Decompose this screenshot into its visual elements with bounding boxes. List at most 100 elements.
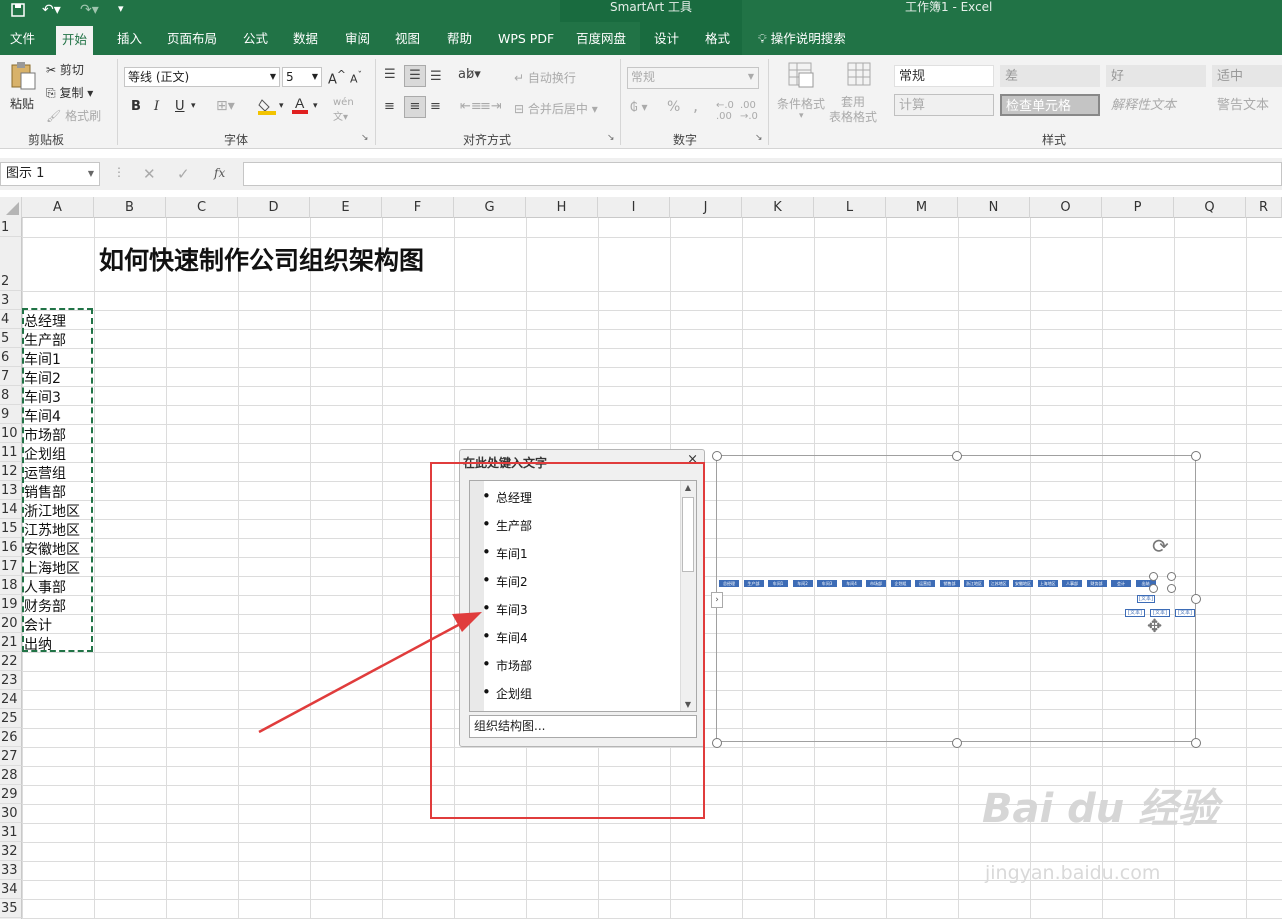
chevron-down-icon[interactable]: ▾	[279, 101, 284, 111]
tab-wps-pdf[interactable]: WPS PDF	[492, 22, 560, 55]
chevron-down-icon[interactable]: ▾	[313, 101, 318, 111]
column-header[interactable]: H	[526, 197, 598, 218]
cell-style-warning[interactable]: 警告文本	[1212, 94, 1282, 116]
decrease-indent-icon[interactable]: ⇤≡	[460, 99, 482, 114]
copy-button[interactable]: ⎘ 复制 ▾	[46, 84, 93, 101]
smartart-graphic[interactable]: › 总经理 生产部 车间1 车间2 车间3 车间4 市场部 企划组 运营组 销售部 浙江地区 江苏地区…	[711, 451, 1201, 748]
row-header[interactable]: 20	[0, 614, 22, 633]
cell-style-bad[interactable]: 差	[1000, 65, 1100, 87]
number-format-select[interactable]: 常规 ▼	[627, 67, 759, 89]
column-header[interactable]: Q	[1174, 197, 1246, 218]
shape-handle[interactable]	[1149, 572, 1158, 581]
smartart-node[interactable]: 人事部	[1062, 580, 1082, 587]
smartart-node[interactable]: 会计	[1111, 580, 1131, 587]
tab-format[interactable]: 格式	[699, 22, 736, 55]
row-header[interactable]: 22	[0, 652, 22, 671]
increase-indent-icon[interactable]: ≡⇥	[480, 99, 502, 114]
cancel-icon[interactable]: ✕	[143, 165, 156, 183]
column-header[interactable]: B	[94, 197, 166, 218]
cell-style-normal[interactable]: 常规	[894, 65, 994, 87]
smartart-node[interactable]: 总经理	[719, 580, 739, 587]
column-header[interactable]: C	[166, 197, 238, 218]
align-center-icon[interactable]: ≡	[404, 96, 426, 118]
insert-function-button[interactable]: fx	[214, 166, 225, 180]
row-header[interactable]: 14	[0, 500, 22, 519]
currency-icon[interactable]: ₲ ▾	[630, 100, 647, 114]
row-header[interactable]: 16	[0, 538, 22, 557]
row-header[interactable]: 33	[0, 861, 22, 880]
tab-home[interactable]: 开始	[56, 26, 94, 55]
resize-handle[interactable]	[712, 451, 722, 461]
dialog-launcher-icon[interactable]: ↘	[607, 133, 615, 143]
resize-handle[interactable]	[712, 738, 722, 748]
smartart-node[interactable]: 安徽地区	[1013, 580, 1033, 587]
smartart-node[interactable]: 车间1	[768, 580, 788, 587]
row-header[interactable]: 9	[0, 405, 22, 424]
row-header[interactable]: 27	[0, 747, 22, 766]
column-header[interactable]: E	[310, 197, 382, 218]
tab-page-layout[interactable]: 页面布局	[161, 22, 223, 55]
row-header[interactable]: 21	[0, 633, 22, 652]
row-header[interactable]: 6	[0, 348, 22, 367]
text-pane-toggle[interactable]: ›	[711, 592, 723, 608]
border-icon[interactable]: ⊞▾	[216, 98, 235, 114]
shape-handle[interactable]	[1167, 572, 1176, 581]
column-header[interactable]: G	[454, 197, 526, 218]
smartart-node[interactable]: 运营组	[915, 580, 935, 587]
cell-style-calculation[interactable]: 计算	[894, 94, 994, 116]
comma-button[interactable]: ,	[693, 96, 698, 115]
smartart-node[interactable]: 生产部	[743, 580, 764, 587]
column-header[interactable]: L	[814, 197, 886, 218]
cell-style-explanatory[interactable]: 解释性文本	[1106, 94, 1206, 116]
rotate-handle-icon[interactable]: ⟳	[1152, 534, 1169, 558]
tab-review[interactable]: 审阅	[339, 22, 376, 55]
align-left-icon[interactable]: ≡	[384, 99, 395, 114]
tab-design[interactable]: 设计	[648, 22, 685, 55]
font-name-select[interactable]: 等线 (正文) ▼	[124, 67, 280, 87]
align-middle-icon[interactable]: ☰	[404, 65, 426, 87]
fill-color-icon[interactable]	[258, 97, 278, 118]
font-color-icon[interactable]: A	[292, 95, 310, 118]
tab-formulas[interactable]: 公式	[237, 22, 274, 55]
row-header[interactable]: 3	[0, 291, 22, 310]
smartart-node[interactable]: 车间4	[841, 580, 862, 587]
resize-handle[interactable]	[1191, 738, 1201, 748]
phonetic-icon[interactable]: wén 文▾	[333, 97, 354, 123]
paste-icon[interactable]	[8, 61, 38, 91]
row-header[interactable]: 10	[0, 424, 22, 443]
sheet-title-cell[interactable]: 如何快速制作公司组织架构图	[99, 241, 424, 277]
row-header[interactable]: 31	[0, 823, 22, 842]
align-right-icon[interactable]: ≡	[430, 99, 441, 114]
chevron-down-icon[interactable]: ▾	[191, 101, 196, 111]
cell-style-neutral[interactable]: 适中	[1212, 65, 1282, 87]
shape-handle[interactable]	[1167, 584, 1176, 593]
align-top-icon[interactable]: ☰	[384, 67, 396, 82]
table-format-icon[interactable]	[845, 61, 875, 91]
percent-button[interactable]: %	[667, 99, 680, 115]
tab-insert[interactable]: 插入	[111, 22, 148, 55]
decrease-font-icon[interactable]: Aˇ	[350, 70, 362, 86]
paste-button[interactable]: 粘贴	[10, 95, 34, 112]
tab-baidu-netdisk[interactable]: 百度网盘	[570, 22, 632, 55]
row-header[interactable]: 29	[0, 785, 22, 804]
tab-data[interactable]: 数据	[287, 22, 324, 55]
name-box[interactable]: 图示 1 ▼	[0, 162, 100, 186]
merge-center-button[interactable]: ⊟ 合并后居中 ▾	[514, 100, 598, 117]
row-header[interactable]: 12	[0, 462, 22, 481]
smartart-node[interactable]: 财务部	[1086, 580, 1107, 587]
smartart-node[interactable]: 车间3	[817, 580, 837, 587]
column-header[interactable]: O	[1030, 197, 1102, 218]
row-header[interactable]: 18	[0, 576, 22, 595]
column-header[interactable]: A	[22, 197, 94, 218]
column-header[interactable]: R	[1246, 197, 1282, 218]
tab-view[interactable]: 视图	[389, 22, 426, 55]
save-icon[interactable]	[10, 2, 26, 22]
row-header[interactable]: 11	[0, 443, 22, 462]
shape-handle[interactable]	[1149, 584, 1158, 593]
column-header[interactable]: D	[238, 197, 310, 218]
smartart-node[interactable]: 销售部	[939, 580, 960, 587]
resize-handle[interactable]	[952, 738, 962, 748]
increase-decimal-icon[interactable]: ←.0.00	[716, 100, 734, 122]
redo-icon[interactable]: ↷▾	[80, 2, 99, 18]
tab-help[interactable]: 帮助	[441, 22, 478, 55]
